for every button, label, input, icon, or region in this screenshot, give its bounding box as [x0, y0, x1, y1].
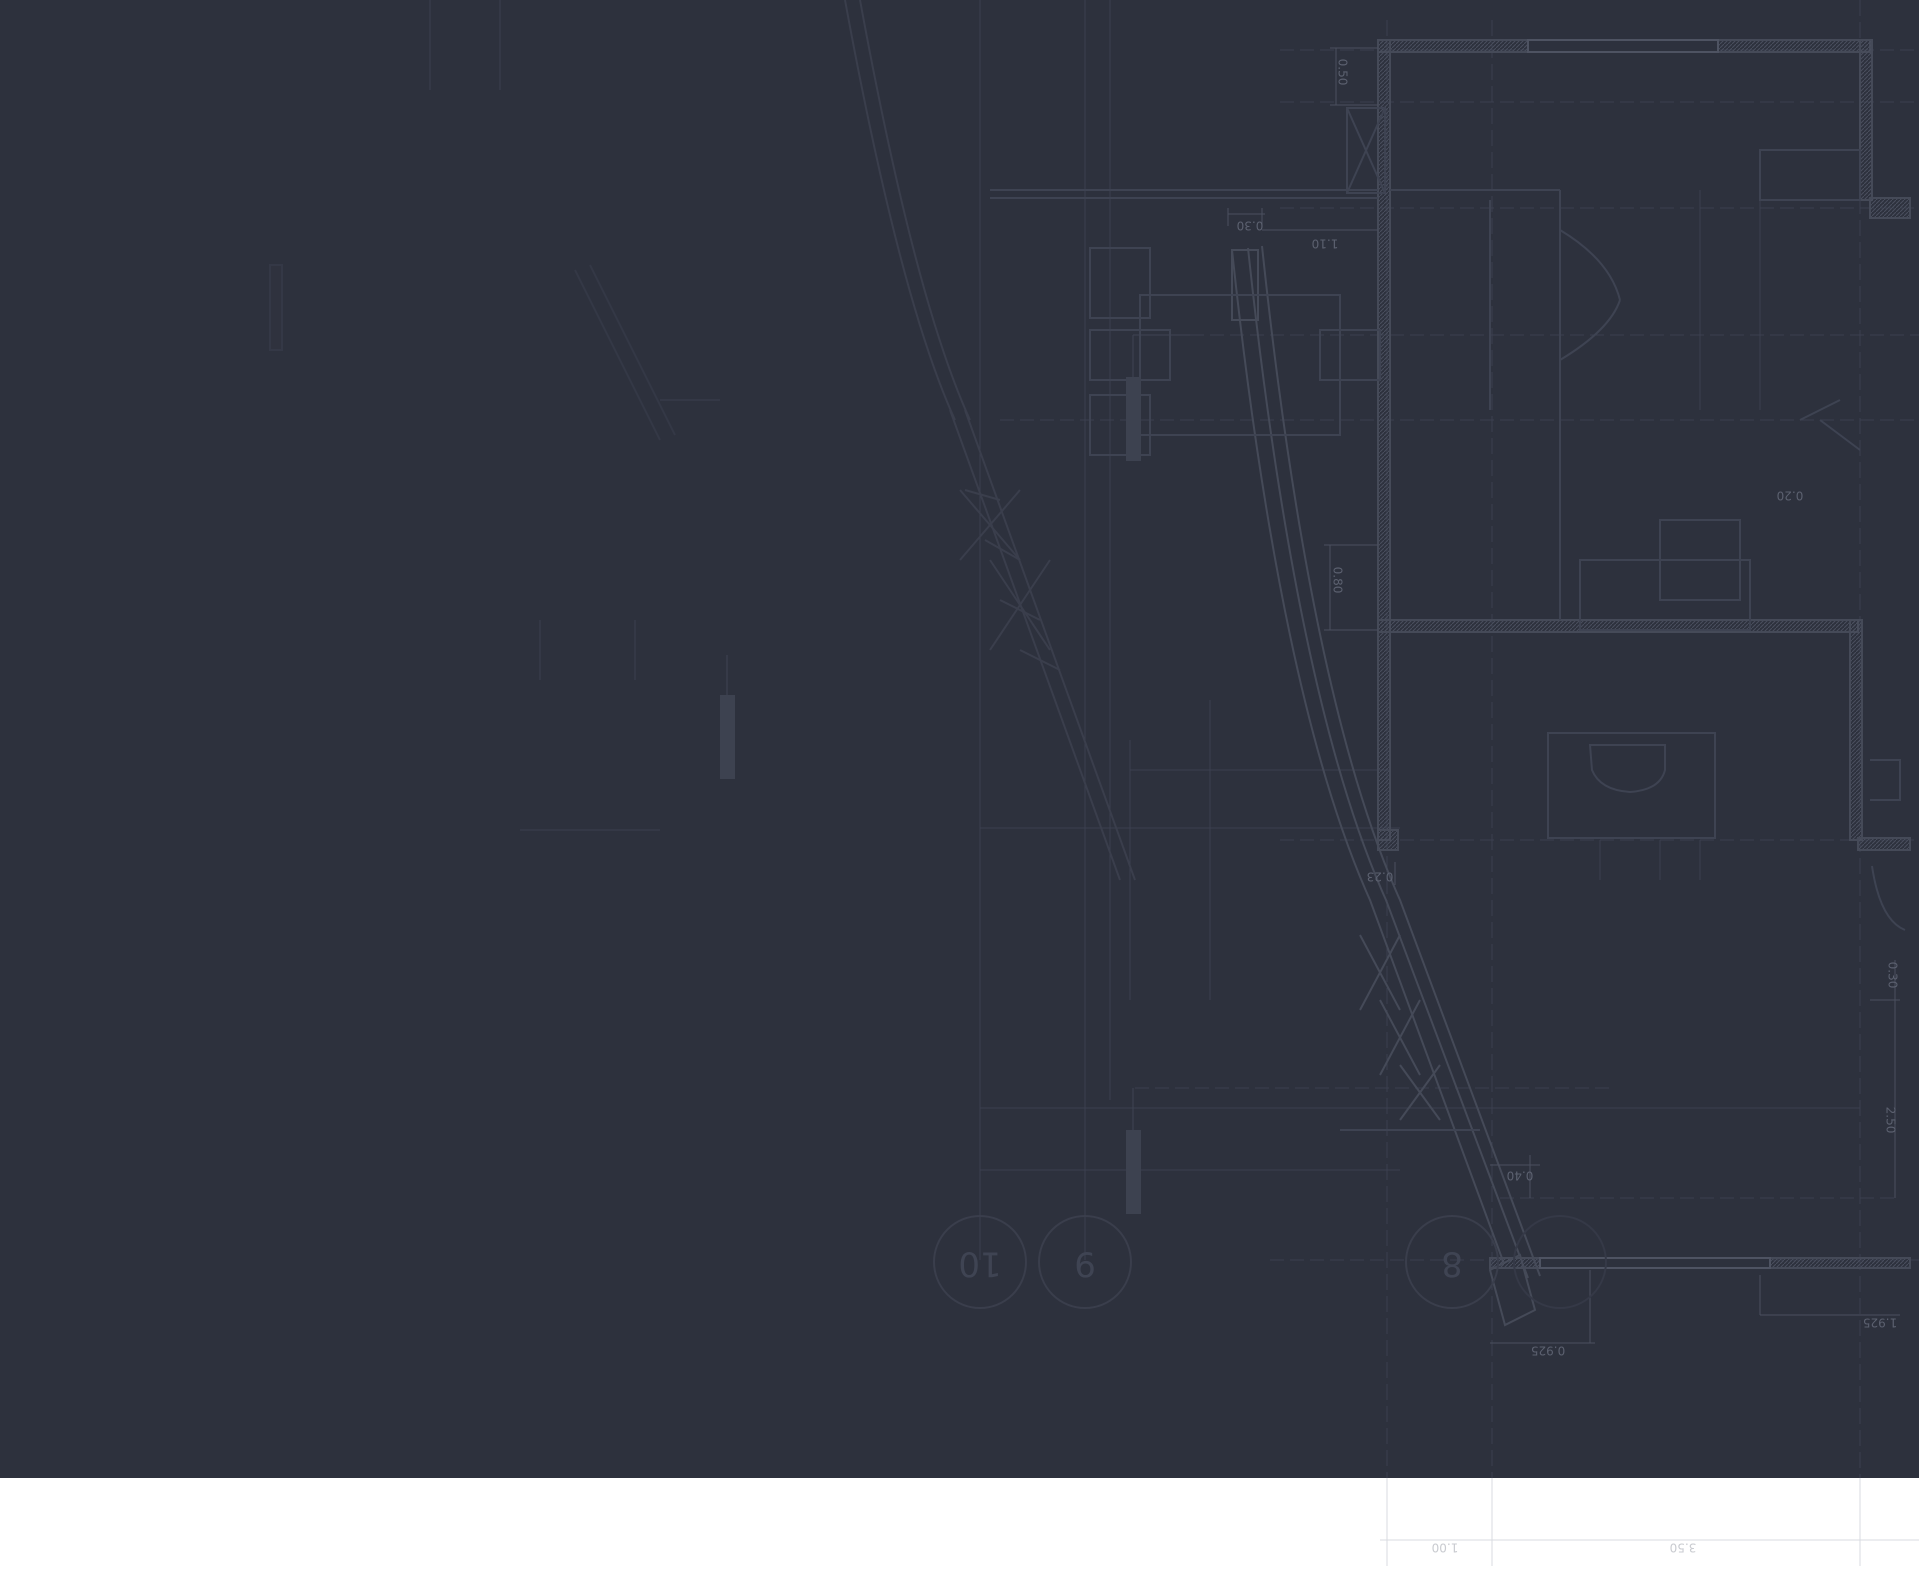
dim-020-label: 0.20	[1777, 489, 1804, 503]
dim-1925-label: 1.925	[1863, 1316, 1897, 1330]
dim-350-bottom-label: 3.50	[1670, 1541, 1697, 1555]
dim-250-label: 2.50	[1884, 1107, 1898, 1134]
floor-plan-drawing: 10 9 8 0.50 0.30 1.10 0.80 0.20 0.23 0.30 2.50 0.4…	[0, 0, 1919, 1566]
dim-040-label: 0.40	[1507, 1169, 1534, 1183]
grid-8-label: 8	[1441, 1244, 1463, 1284]
grid-10-label: 10	[958, 1244, 1001, 1284]
dim-0925-label: 0.925	[1531, 1344, 1565, 1358]
grid-9-label: 9	[1074, 1244, 1096, 1284]
dim-080-label: 0.80	[1331, 567, 1345, 594]
dim-030-right-label: 0.30	[1886, 962, 1900, 989]
dim-110-label: 1.10	[1312, 237, 1339, 251]
bottom-margin	[0, 1478, 1919, 1566]
dim-030-top-label: 0.30	[1237, 219, 1264, 233]
dim-023-label: 0.23	[1367, 870, 1394, 884]
dim-100-bottom-label: 1.00	[1432, 1541, 1459, 1555]
dim-050-label: 0.50	[1336, 59, 1350, 86]
floor-plan-svg: 10 9 8 0.50 0.30 1.10 0.80 0.20 0.23 0.30 2.50 0.4…	[0, 0, 1919, 1566]
